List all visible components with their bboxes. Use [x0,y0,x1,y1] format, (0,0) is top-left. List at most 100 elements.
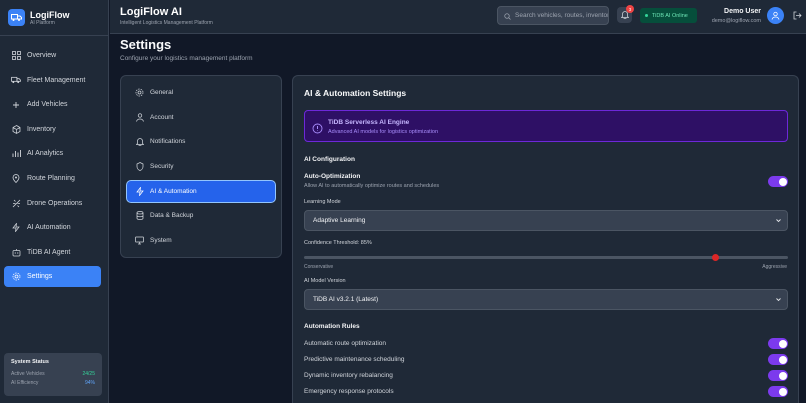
ai-automation-panel: AI & Automation Settings TiDB Serverless… [292,75,799,403]
rule-label: Dynamic inventory rebalancing [304,372,393,379]
settings-nav-label: General [150,89,174,96]
rule-label: Predictive maintenance scheduling [304,356,405,363]
engine-callout: TiDB Serverless AI Engine Advanced AI mo… [304,110,788,142]
sidebar-item-label: Fleet Management [27,76,86,84]
avatar[interactable] [767,7,784,24]
learning-mode-label: Learning Mode [304,199,341,205]
user-icon [135,113,144,122]
system-status-title: System Status [11,359,49,365]
sidebar-item-add-vehicles[interactable]: Add Vehicles [4,94,101,115]
auto-optimization-toggle[interactable] [768,176,788,187]
settings-nav-label: AI & Automation [150,187,197,195]
ai-config-heading: AI Configuration [304,156,355,163]
settings-nav-label: Notifications [150,138,186,146]
database-icon [135,211,144,221]
auto-optimization-description: Allow AI to automatically optimize route… [304,183,440,189]
sidebar-item-ai-analytics[interactable]: AI Analytics [4,143,101,164]
rule-label: Automatic route optimization [304,340,387,347]
rule-toggle-route-optimization[interactable] [768,338,788,349]
status-label: AI Efficiency [11,380,39,386]
settings-nav-system[interactable]: System [127,230,275,251]
status-value: 94% [84,380,95,386]
sidebar-nav: Overview Fleet Management Add Vehicles I… [0,36,108,288]
zap-icon [135,186,144,196]
sidebar-item-overview[interactable]: Overview [4,45,101,66]
status-row: AI Efficiency 94% [11,379,95,388]
automation-rules-heading: Automation Rules [304,323,360,330]
shield-icon [135,162,144,171]
status-text: TiDB AI Online [652,12,688,19]
status-label: Active Vehicles [11,371,45,377]
sidebar-item-ai-automation[interactable]: AI Automation [4,217,101,238]
search-icon [504,7,511,25]
sidebar-item-tidb-ai-agent[interactable]: TiDB AI Agent [4,242,101,263]
sidebar-item-inventory[interactable]: Inventory [4,119,101,140]
model-version-select[interactable]: TiDB AI v3.2.1 (Latest) [304,289,788,310]
sidebar-item-label: Drone Operations [27,199,83,207]
settings-nav: General Account Notifications Security A… [120,75,282,258]
logout-icon [793,7,802,25]
search-box[interactable] [497,6,609,25]
chevron-down-icon [775,296,782,305]
sidebar: LogiFlow AI Platform Overview Fleet Mana… [0,0,109,403]
settings-nav-general[interactable]: General [127,82,275,103]
monitor-icon [135,236,144,245]
brand-subtitle: AI Platform [30,19,55,26]
user-name: Demo User [724,8,761,15]
analytics-icon [11,149,21,159]
sidebar-item-route-planning[interactable]: Route Planning [4,168,101,189]
settings-nav-notifications[interactable]: Notifications [127,131,275,152]
app-title: LogiFlow AI [120,6,182,18]
learning-mode-select[interactable]: Adaptive Learning [304,210,788,231]
panel-title: AI & Automation Settings [304,88,407,98]
page-subtitle: Configure your logistics management plat… [120,55,253,62]
settings-nav-data-backup[interactable]: Data & Backup [127,205,275,226]
confidence-slider-thumb[interactable] [711,254,719,261]
settings-nav-ai-automation[interactable]: AI & Automation [127,180,275,202]
status-dot-icon [645,14,648,17]
settings-nav-security[interactable]: Security [127,156,275,177]
confidence-threshold-label: Confidence Threshold: 85% [304,240,372,246]
drone-icon [11,198,21,208]
brand-name: LogiFlow [30,9,70,20]
sidebar-item-label: Add Vehicles [27,101,68,109]
package-icon [11,124,21,134]
sidebar-item-label: Overview [27,52,57,59]
settings-nav-label: Account [150,113,174,121]
status-value: 24/25 [82,371,95,377]
search-input[interactable] [515,12,608,19]
sidebar-item-drone-operations[interactable]: Drone Operations [4,193,101,214]
sidebar-item-label: AI Analytics [27,150,64,158]
plus-icon [11,100,21,110]
notification-count-badge: 3 [626,5,634,13]
callout-title: TiDB Serverless AI Engine [328,119,410,126]
sidebar-item-label: Settings [27,273,53,281]
logout-button[interactable] [792,10,802,21]
grid-icon [11,51,21,61]
settings-nav-label: System [150,237,172,245]
settings-nav-label: Security [150,163,174,171]
bell-icon [135,137,144,147]
learning-mode-value: Adaptive Learning [313,217,366,224]
truck-logo-icon [8,9,25,26]
sidebar-item-fleet-management[interactable]: Fleet Management [4,70,101,91]
zap-icon [11,223,21,233]
rule-toggle-predictive-maintenance[interactable] [768,354,788,365]
page-title: Settings [120,37,172,52]
auto-optimization-label: Auto-Optimization [304,173,361,180]
sidebar-item-label: AI Automation [27,224,71,232]
settings-nav-account[interactable]: Account [127,107,275,128]
sidebar-item-label: Inventory [27,125,56,133]
rule-label: Emergency response protocols [304,388,394,395]
model-version-label: AI Model Version [304,278,346,284]
truck-icon [11,75,21,85]
sidebar-item-settings[interactable]: Settings [4,266,101,288]
status-badge: TiDB AI Online [640,8,697,23]
gear-icon [135,88,144,97]
system-status-card: System Status Active Vehicles 24/25 AI E… [4,353,102,396]
rule-toggle-emergency-protocols[interactable] [768,386,788,397]
callout-subtitle: Advanced AI models for logistics optimiz… [328,129,439,135]
user-email: demo@logiflow.com [711,18,761,24]
rule-toggle-inventory-rebalancing[interactable] [768,370,788,381]
app-subtitle: Intelligent Logistics Management Platfor… [120,20,213,26]
